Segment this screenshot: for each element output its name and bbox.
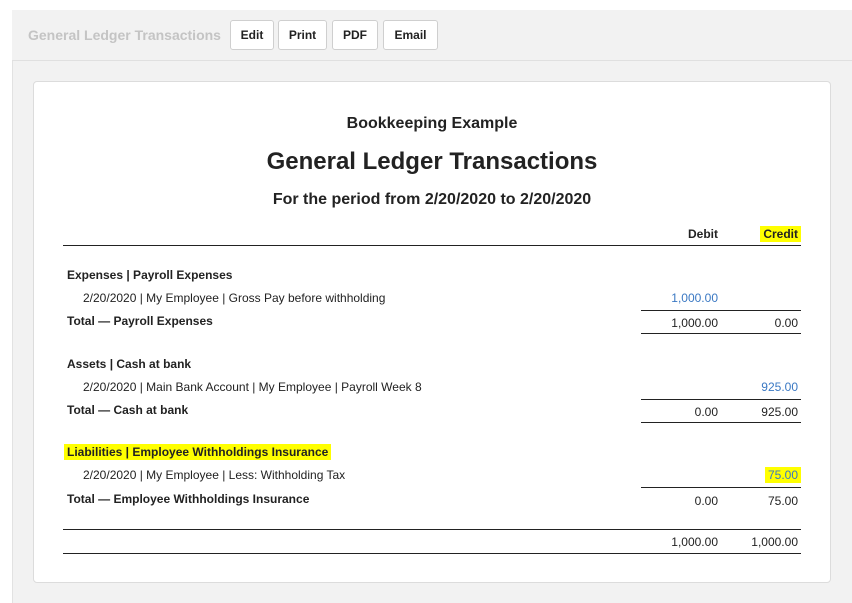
section-heading: Expenses | Payroll Expenses	[67, 268, 233, 282]
section-total-label: Total — Employee Withholdings Insurance	[67, 492, 310, 506]
credit-header-highlight: Credit	[760, 226, 801, 242]
section-heading: Assets | Cash at bank	[67, 357, 192, 371]
section-total-debit: 0.00	[694, 405, 718, 419]
section-total-label: Total — Payroll Expenses	[67, 314, 213, 328]
pdf-button[interactable]: PDF	[332, 20, 378, 50]
credit-value-highlight[interactable]: 75.00	[764, 467, 801, 483]
report-period: For the period from 2/20/2020 to 2/20/20…	[272, 191, 592, 208]
credit-column-header: Credit	[718, 226, 801, 242]
report-card: Bookkeeping Example General Ledger Trans…	[33, 81, 831, 583]
section-total-debit: 1,000.00	[671, 316, 718, 330]
subtotal-rule	[641, 487, 801, 488]
section-total-debit: 0.00	[694, 494, 718, 508]
grand-total-rule-top	[63, 529, 801, 530]
print-button[interactable]: Print	[278, 20, 327, 50]
section-heading-highlight: Liabilities | Employee Withholdings Insu…	[64, 444, 332, 460]
transaction-debit-link[interactable]: 1,000.00	[634, 291, 718, 305]
toolbar-title: General Ledger Transactions	[28, 27, 221, 43]
section-heading-highlighted: Liabilities | Employee Withholdings Insu…	[64, 444, 332, 460]
toolbar: General Ledger Transactions Edit Print P…	[12, 10, 852, 61]
subtotal-rule	[641, 399, 801, 400]
header-rule	[63, 245, 801, 246]
section-total-credit: 925.00	[761, 405, 798, 419]
edit-button[interactable]: Edit	[230, 20, 274, 50]
transaction-description: 2/20/2020 | My Employee | Less: Withhold…	[83, 468, 346, 482]
section-total-credit: 0.00	[774, 316, 798, 330]
subtotal-rule	[641, 310, 801, 311]
grand-total-debit: 1,000.00	[671, 535, 718, 549]
total-rule	[641, 422, 801, 423]
company-name: Bookkeeping Example	[346, 115, 518, 132]
transaction-description: 2/20/2020 | Main Bank Account | My Emplo…	[83, 380, 422, 394]
transaction-credit-link[interactable]: 925.00	[718, 380, 798, 394]
total-rule	[641, 333, 801, 334]
email-button[interactable]: Email	[383, 20, 438, 50]
transaction-description: 2/20/2020 | My Employee | Gross Pay befo…	[83, 291, 386, 305]
grand-total-credit: 1,000.00	[751, 535, 798, 549]
transaction-credit-link-highlighted[interactable]: 75.00	[718, 467, 801, 483]
report-title: General Ledger Transactions	[266, 148, 598, 175]
grand-total-rule-bottom	[63, 553, 801, 554]
debit-column-header: Debit	[688, 227, 718, 241]
section-total-credit: 75.00	[767, 494, 798, 508]
section-total-label: Total — Cash at bank	[67, 403, 189, 417]
